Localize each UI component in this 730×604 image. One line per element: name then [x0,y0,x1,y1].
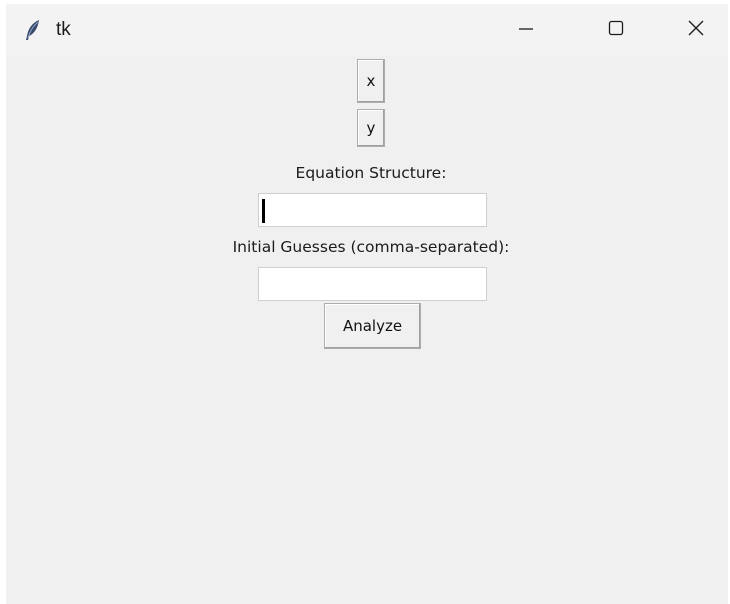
title-bar[interactable]: tk [6,4,728,56]
minimize-icon [517,19,535,42]
text-caret [262,199,265,223]
y-button[interactable]: y [357,109,385,147]
close-button[interactable] [666,4,726,56]
equation-structure-label: Equation Structure: [295,164,447,182]
client-area: x y Equation Structure: Initial Guesses … [6,56,728,604]
close-icon [687,19,705,42]
analyze-button[interactable]: Analyze [324,303,421,349]
maximize-button[interactable] [586,4,646,56]
tk-window: tk x y Equation Structure: Initial Guess… [6,4,728,604]
initial-guesses-input[interactable] [258,267,487,301]
maximize-icon [607,19,625,42]
window-title: tk [56,19,71,40]
equation-structure-input[interactable] [258,193,487,227]
feather-icon [24,19,42,41]
minimize-button[interactable] [496,4,556,56]
initial-guesses-label: Initial Guesses (comma-separated): [232,238,510,256]
x-button[interactable]: x [357,59,385,103]
